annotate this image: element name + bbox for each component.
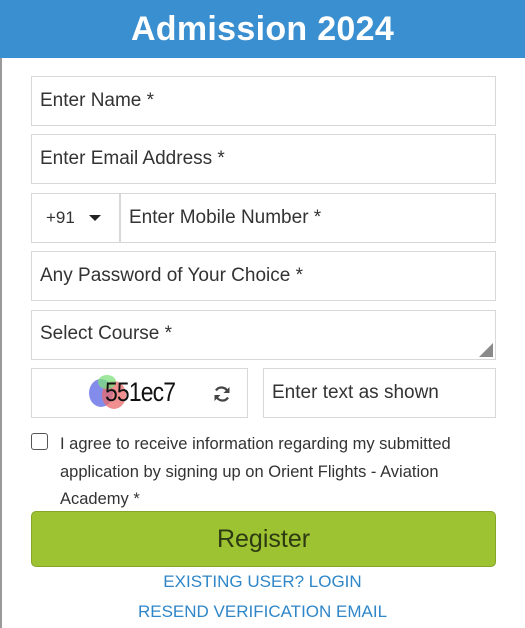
name-input[interactable]: Enter Name *	[31, 76, 496, 126]
register-button[interactable]: Register	[31, 511, 496, 567]
chevron-down-icon	[88, 215, 101, 221]
resend-verification-link[interactable]: RESEND VERIFICATION EMAIL	[0, 602, 525, 622]
captcha-input[interactable]: Enter text as shown	[263, 368, 496, 418]
course-select-label: Select Course *	[40, 323, 173, 344]
page-title: Admission 2024	[0, 0, 525, 58]
resize-handle-icon[interactable]	[479, 343, 493, 357]
course-select[interactable]: Select Course *	[31, 310, 496, 360]
captcha-box: 551ec7	[31, 368, 248, 418]
existing-user-login-link[interactable]: EXISTING USER? LOGIN	[0, 572, 525, 592]
country-code-select[interactable]: +91	[31, 193, 120, 243]
mobile-input[interactable]: Enter Mobile Number *	[120, 193, 496, 243]
page-left-border	[0, 58, 2, 628]
refresh-icon[interactable]	[212, 384, 232, 404]
captcha-code: 551ec7	[105, 377, 176, 407]
email-input[interactable]: Enter Email Address *	[31, 134, 496, 184]
agree-label: I agree to receive information regarding…	[60, 435, 451, 508]
agree-checkbox[interactable]	[31, 433, 48, 450]
password-input[interactable]: Any Password of Your Choice *	[31, 251, 496, 301]
country-code-value: +91	[46, 208, 75, 227]
